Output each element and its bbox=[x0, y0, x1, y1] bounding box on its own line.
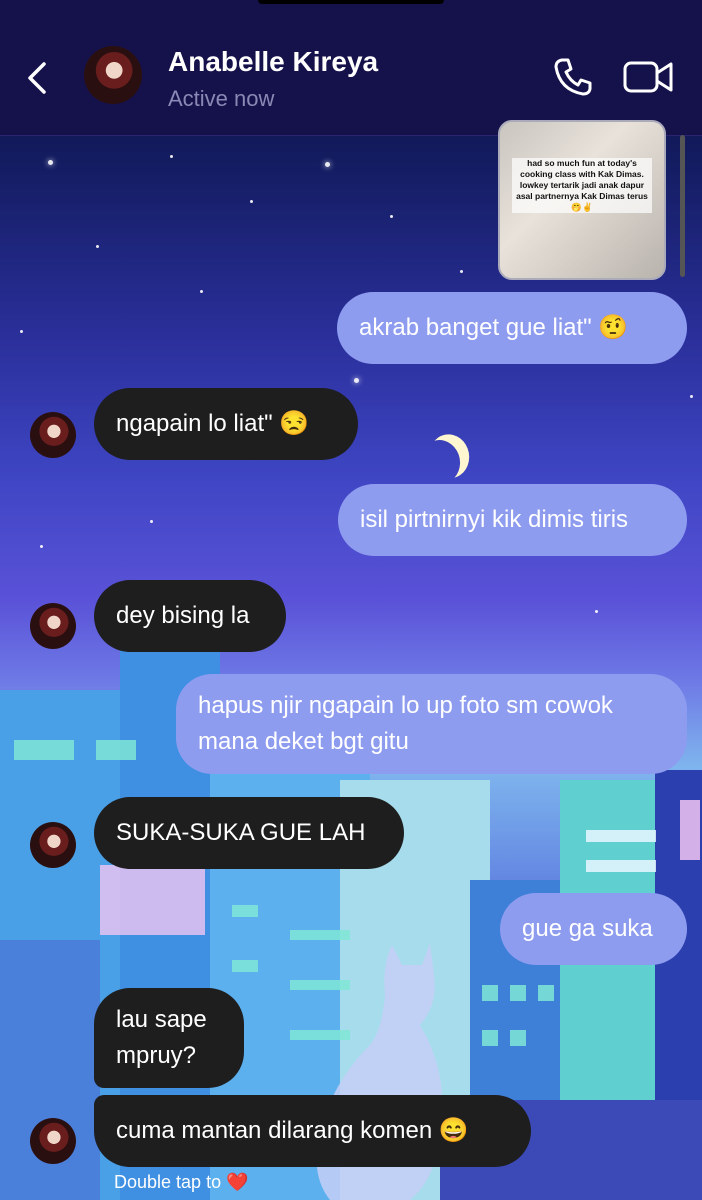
contact-avatar[interactable] bbox=[84, 46, 142, 104]
star bbox=[40, 545, 43, 548]
star bbox=[200, 290, 203, 293]
window bbox=[538, 985, 554, 1001]
contact-avatar-small[interactable] bbox=[30, 1118, 76, 1164]
contact-avatar-small[interactable] bbox=[30, 603, 76, 649]
window bbox=[232, 960, 258, 972]
shared-story-preview[interactable]: had so much fun at today's cooking class… bbox=[498, 120, 666, 280]
message-outgoing[interactable]: hapus njir ngapain lo up foto sm cowok m… bbox=[176, 674, 687, 774]
window bbox=[586, 860, 656, 872]
message-incoming[interactable]: dey bising la bbox=[94, 580, 286, 652]
contact-status: Active now bbox=[168, 86, 275, 111]
message-outgoing[interactable]: gue ga suka bbox=[500, 893, 687, 965]
window bbox=[96, 740, 136, 760]
double-tap-text: Double tap to bbox=[114, 1172, 222, 1192]
window bbox=[100, 865, 205, 935]
device-notch bbox=[258, 0, 444, 4]
chat-header: Anabelle Kireya Active now bbox=[0, 0, 702, 136]
star bbox=[354, 378, 359, 383]
heart-icon: ❤️ bbox=[226, 1172, 249, 1192]
contact-avatar-small[interactable] bbox=[30, 412, 76, 458]
window bbox=[680, 800, 700, 860]
message-outgoing[interactable]: isil pirtnirnyi kik dimis tiris bbox=[338, 484, 687, 556]
star bbox=[325, 162, 330, 167]
window bbox=[510, 985, 526, 1001]
star bbox=[250, 200, 253, 203]
message-incoming[interactable]: ngapain lo liat" 😒 bbox=[94, 388, 358, 460]
window bbox=[14, 740, 74, 760]
window bbox=[586, 830, 656, 842]
contact-avatar-small[interactable] bbox=[30, 822, 76, 868]
message-incoming[interactable]: cuma mantan dilarang komen 😄 bbox=[94, 1095, 531, 1167]
video-camera-icon[interactable] bbox=[622, 58, 674, 96]
star bbox=[595, 610, 598, 613]
star bbox=[390, 215, 393, 218]
story-caption: had so much fun at today's cooking class… bbox=[512, 158, 652, 213]
window bbox=[482, 1030, 498, 1046]
star bbox=[20, 330, 23, 333]
scrollbar[interactable] bbox=[680, 135, 685, 277]
star bbox=[150, 520, 153, 523]
phone-icon[interactable] bbox=[552, 56, 594, 98]
star bbox=[170, 155, 173, 158]
window bbox=[510, 1030, 526, 1046]
message-outgoing[interactable]: akrab banget gue liat" 🤨 bbox=[337, 292, 687, 364]
contact-name[interactable]: Anabelle Kireya bbox=[168, 46, 378, 78]
star bbox=[48, 160, 53, 165]
window bbox=[482, 985, 498, 1001]
message-incoming[interactable]: SUKA-SUKA GUE LAH bbox=[94, 797, 404, 869]
window bbox=[232, 905, 258, 917]
star bbox=[460, 270, 463, 273]
moon bbox=[416, 437, 463, 487]
message-incoming[interactable]: lau sape mpruy? bbox=[94, 988, 244, 1088]
chevron-left-icon[interactable] bbox=[24, 60, 54, 96]
star bbox=[96, 245, 99, 248]
chat-screen: Anabelle Kireya Active now had so much f… bbox=[0, 0, 702, 1200]
star bbox=[690, 395, 693, 398]
double-tap-hint: Double tap to ❤️ bbox=[114, 1172, 249, 1193]
